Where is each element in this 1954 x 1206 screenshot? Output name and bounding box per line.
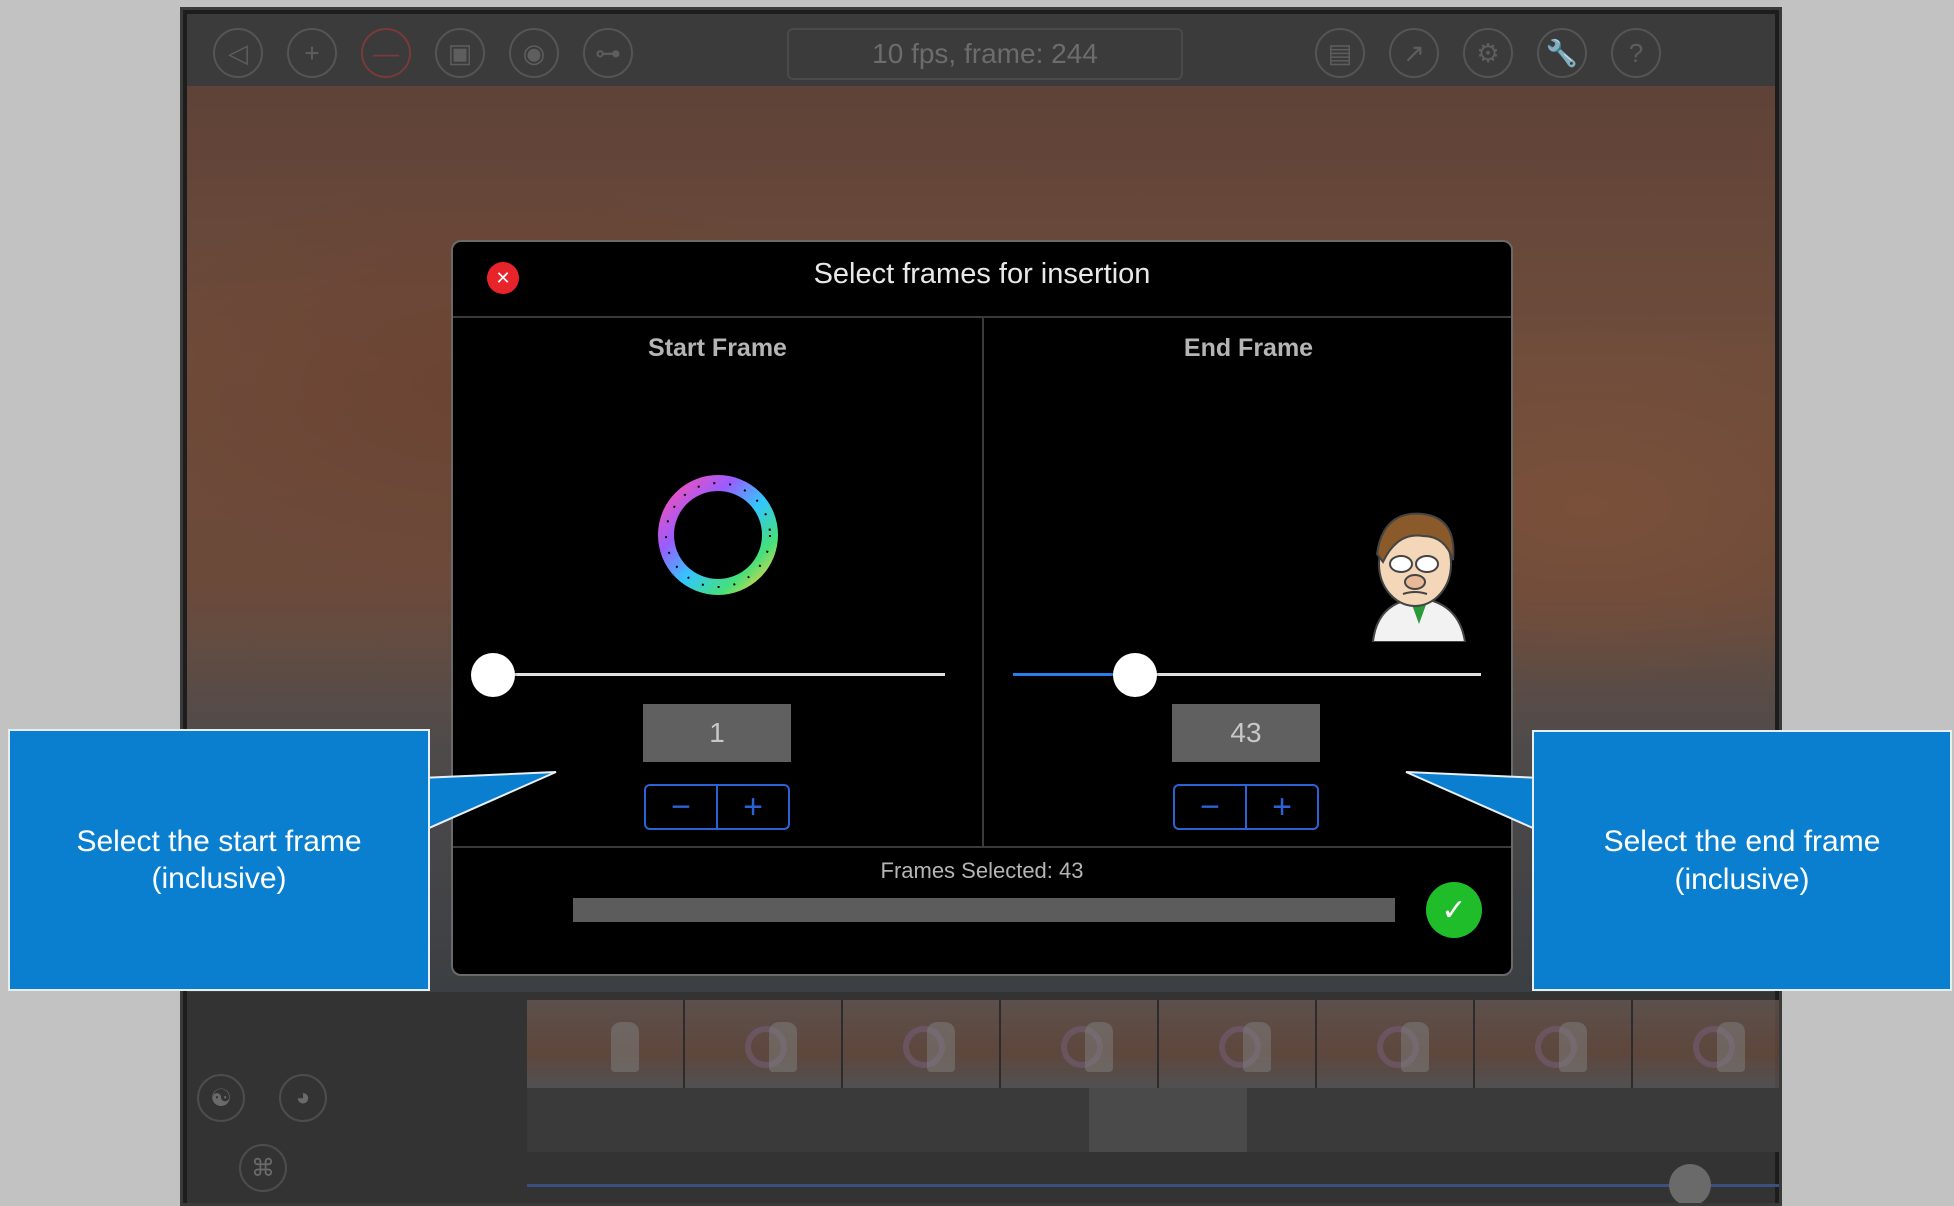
clipboard-icon[interactable]: ▤ bbox=[1315, 28, 1365, 78]
frame-thumbnail[interactable] bbox=[1159, 1000, 1317, 1088]
gear-icon[interactable]: ⚙ bbox=[1463, 28, 1513, 78]
frame-thumbnail[interactable] bbox=[1475, 1000, 1633, 1088]
frame-thumbnail[interactable] bbox=[1001, 1000, 1159, 1088]
fps-status: 10 fps, frame: 244 bbox=[787, 28, 1183, 80]
callout-right-pointer bbox=[1405, 771, 1542, 834]
end-decrement-button[interactable]: − bbox=[1175, 786, 1245, 828]
start-frame-slider-thumb[interactable] bbox=[471, 653, 515, 697]
panel-divider bbox=[982, 318, 984, 846]
callout-left-pointer bbox=[420, 771, 557, 834]
selection-progress-bar bbox=[573, 898, 1395, 922]
callout-start-line2: (inclusive) bbox=[151, 862, 287, 895]
end-frame-stepper[interactable]: − + bbox=[1173, 784, 1319, 830]
wrench-icon[interactable]: 🔧 bbox=[1537, 28, 1587, 78]
start-frame-value: 1 bbox=[643, 704, 791, 762]
callout-end-line1: Select the end frame bbox=[1603, 825, 1881, 858]
start-increment-button[interactable]: + bbox=[716, 786, 788, 828]
camera-icon[interactable]: ▣ bbox=[435, 28, 485, 78]
footer-divider bbox=[453, 846, 1511, 848]
confirm-checkmark-icon[interactable]: ✓ bbox=[1426, 882, 1482, 938]
plus-icon[interactable]: + bbox=[287, 28, 337, 78]
export-icon[interactable]: ↗ bbox=[1389, 28, 1439, 78]
frames-selected-count: Frames Selected: 43 bbox=[880, 858, 1084, 883]
cartoon-character-preview bbox=[1371, 512, 1467, 642]
start-frame-stepper[interactable]: − + bbox=[644, 784, 790, 830]
key-icon[interactable]: ⊶ bbox=[583, 28, 633, 78]
callout-start-frame: Select the start frame (inclusive) bbox=[8, 729, 430, 991]
scrub-track[interactable] bbox=[527, 1184, 1779, 1187]
dialog-title: Select frames for insertion bbox=[813, 258, 1151, 290]
crop-icon[interactable]: ⌘ bbox=[239, 1144, 287, 1192]
frame-thumbnail[interactable] bbox=[1633, 1000, 1779, 1088]
help-icon[interactable]: ? bbox=[1611, 28, 1661, 78]
color-wheel-preview bbox=[658, 475, 778, 595]
end-frame-slider-track[interactable] bbox=[1134, 673, 1481, 676]
back-icon[interactable]: ◁ bbox=[213, 28, 263, 78]
filmstrip-selection bbox=[1089, 1088, 1247, 1152]
end-frame-value: 43 bbox=[1172, 704, 1320, 762]
filmstrip[interactable] bbox=[527, 1000, 1779, 1088]
start-frame-heading: Start Frame bbox=[648, 334, 787, 362]
top-toolbar: ◁ + — ▣ ◉ ⊶ 10 fps, frame: 244 ▤ ↗ ⚙ 🔧 ? bbox=[187, 14, 1775, 86]
end-frame-heading: End Frame bbox=[1183, 334, 1314, 362]
callout-end-frame: Select the end frame (inclusive) bbox=[1532, 730, 1952, 991]
frame-thumbnail[interactable] bbox=[685, 1000, 843, 1088]
timer-icon[interactable]: ◕ bbox=[279, 1074, 327, 1122]
start-frame-slider-track[interactable] bbox=[493, 673, 945, 676]
photo-icon[interactable]: ◉ bbox=[509, 28, 559, 78]
figure-icon[interactable]: ☯ bbox=[197, 1074, 245, 1122]
end-increment-button[interactable]: + bbox=[1245, 786, 1317, 828]
minus-icon[interactable]: — bbox=[361, 28, 411, 78]
scrub-thumb[interactable] bbox=[1669, 1164, 1711, 1203]
select-frames-dialog: ✕ Select frames for insertion Start Fram… bbox=[451, 240, 1513, 976]
frame-thumbnail[interactable] bbox=[843, 1000, 1001, 1088]
timeline-area: + ☯ ◕ ⌘ ▷ bbox=[187, 992, 1779, 1203]
callout-end-line2: (inclusive) bbox=[1674, 862, 1810, 896]
frame-thumbnail[interactable] bbox=[527, 1000, 685, 1088]
callout-start-line1: Select the start frame bbox=[76, 824, 362, 858]
start-decrement-button[interactable]: − bbox=[646, 786, 716, 828]
end-frame-slider-thumb[interactable] bbox=[1112, 653, 1157, 697]
frame-thumbnail[interactable] bbox=[1317, 1000, 1475, 1088]
